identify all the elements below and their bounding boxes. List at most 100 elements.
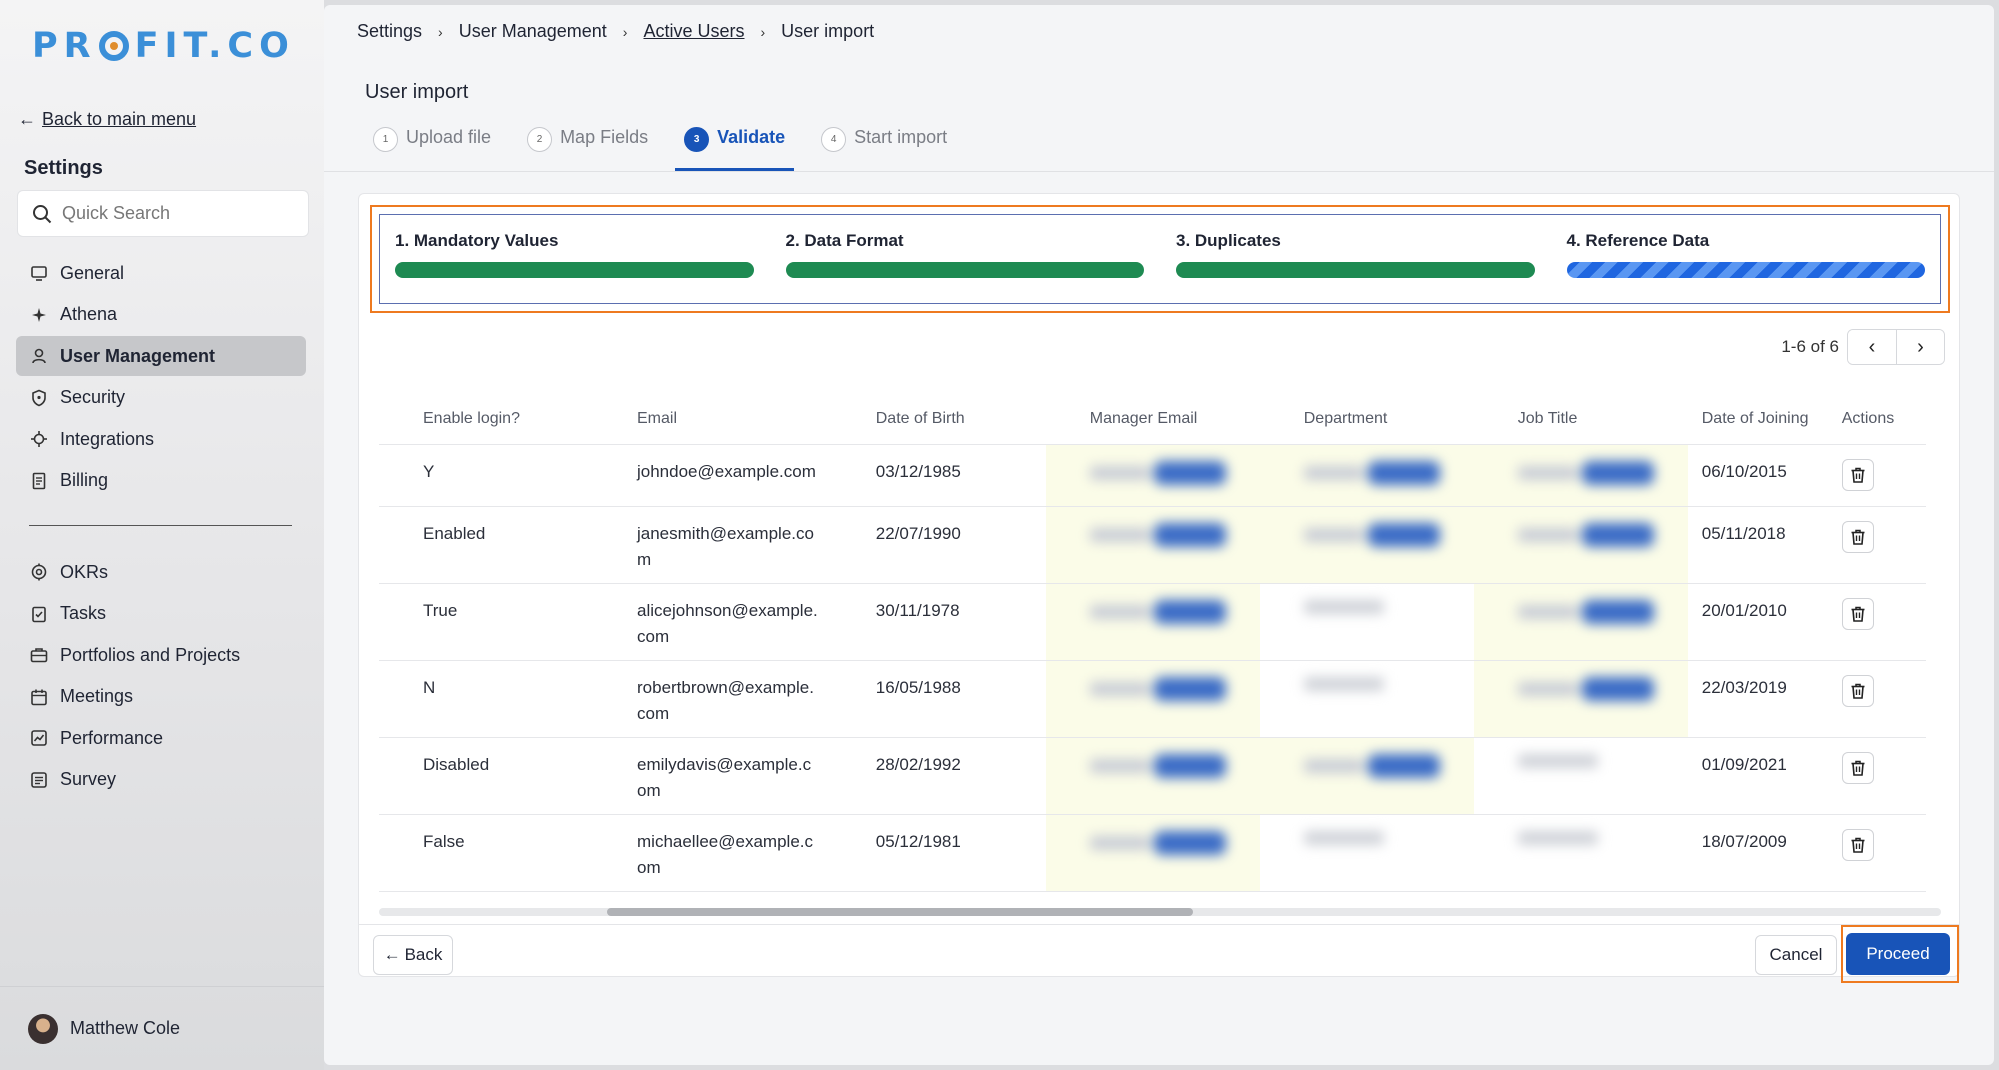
cell-dob: 16/05/1988 [831,660,1046,738]
stage-mandatory-values: 1. Mandatory Values [395,231,754,303]
sidebar-item-billing[interactable]: Billing [16,461,306,501]
main-panel: Settings › User Management › Active User… [324,5,1994,1065]
quick-search-input[interactable] [62,203,292,224]
prev-page-button[interactable]: ‹ [1848,330,1896,364]
cell-enable-login: True [379,583,593,661]
column-header: Actions [1827,394,1926,445]
column-header: Email [593,394,832,445]
cell-email: alicejohnson@example. com [593,583,832,661]
delete-row-button[interactable] [1841,751,1874,784]
target-icon [31,563,47,581]
cell-dob: 22/07/1990 [831,506,1046,584]
calendar-icon [31,689,47,705]
sidebar-item-performance[interactable]: Performance [16,718,306,758]
column-header: Date of Joining [1687,394,1828,445]
stage-data-format: 2. Data Format [785,231,1144,303]
horizontal-scrollbar[interactable] [379,908,1941,916]
table-row: Enabled janesmith@example.co m 22/07/199… [379,506,1926,584]
cell-department-redacted [1259,814,1474,892]
delete-row-button[interactable] [1841,597,1874,630]
sidebar: PRFIT.CO ← Back to main menu Settings Ge… [0,0,324,1070]
pagination-text: 1-6 of 6 [1781,337,1839,356]
import-table: Enable login? Email Date of Birth Manage… [379,394,1926,892]
cell-email: michaellee@example.c om [593,814,832,892]
step-start-import[interactable]: 4 Start import [812,125,956,171]
table-row: Disabled emilydavis@example.c om 28/02/1… [379,737,1926,815]
table-row: N robertbrown@example. com 16/05/1988 22… [379,660,1926,738]
next-page-button[interactable]: › [1896,330,1944,364]
cell-date-of-joining: 06/10/2015 [1687,444,1828,507]
chart-line-icon [31,730,47,746]
cell-job-title-redacted [1473,660,1688,738]
arrow-left-icon: ← [18,109,36,129]
breadcrumb-user-import: User import [781,21,875,41]
trash-icon [1851,529,1865,545]
cell-date-of-joining: 01/09/2021 [1687,737,1828,815]
breadcrumb-user-management[interactable]: User Management [459,21,607,42]
scrollbar-thumb[interactable] [607,908,1193,916]
validation-progress-highlight: 1. Mandatory Values 2. Data Format 3. Du… [370,205,1950,313]
trash-icon [1851,467,1865,483]
cell-dob: 05/12/1981 [831,814,1046,892]
cell-job-title-redacted [1473,814,1688,892]
proceed-button[interactable]: Proceed [1846,933,1950,975]
delete-row-button[interactable] [1841,828,1874,861]
cell-enable-login: Disabled [379,737,593,815]
import-steps: 1 Upload file 2 Map Fields 3 Validate 4 … [364,125,974,171]
cell-dob: 30/11/1978 [831,583,1046,661]
progress-bar-complete [785,262,1144,278]
sidebar-item-general[interactable]: General [16,253,306,293]
trash-icon [1851,837,1865,853]
column-header: Job Title [1473,394,1688,445]
delete-row-button[interactable] [1841,458,1874,491]
sidebar-item-okrs[interactable]: OKRs [16,552,306,592]
proceed-highlight: Proceed [1841,925,1959,983]
cell-manager-email-redacted [1045,814,1260,892]
back-to-main-menu-link[interactable]: ← Back to main menu [18,109,196,130]
monitor-icon [31,266,47,281]
cell-actions [1827,737,1926,815]
step-upload-file[interactable]: 1 Upload file [364,125,500,171]
quick-search[interactable] [17,190,309,237]
briefcase-icon [30,648,48,663]
progress-bar-complete [395,262,754,278]
breadcrumb-active-users[interactable]: Active Users [643,21,744,42]
sidebar-item-athena[interactable]: Athena [16,295,306,335]
cell-enable-login: False [379,814,593,892]
chevron-right-icon: › [1917,335,1924,358]
sidebar-item-user-management[interactable]: User Management [16,336,306,376]
delete-row-button[interactable] [1841,520,1874,553]
plug-icon [31,431,47,447]
step-number: 2 [527,127,553,152]
page-title: User import [365,81,469,103]
cell-department-redacted [1259,444,1474,507]
delete-row-button[interactable] [1841,674,1874,707]
import-table-scroll[interactable]: Enable login? Email Date of Birth Manage… [379,394,1941,894]
breadcrumb-settings[interactable]: Settings [357,21,422,42]
back-button[interactable]: ← Back [373,935,453,975]
cell-email: robertbrown@example. com [593,660,832,738]
trash-icon [1851,760,1865,776]
card-footer: ← Back Cancel Proceed [359,924,1959,983]
step-validate[interactable]: 3 Validate [675,125,795,171]
trash-icon [1851,683,1865,699]
step-map-fields[interactable]: 2 Map Fields [518,125,657,171]
sidebar-item-tasks[interactable]: Tasks [16,594,306,634]
sidebar-item-portfolios-and-projects[interactable]: Portfolios and Projects [16,635,306,675]
sidebar-item-survey[interactable]: Survey [16,760,306,800]
search-icon [33,204,52,223]
clipboard-check-icon [32,606,46,622]
cell-job-title-redacted [1473,583,1688,661]
step-number: 3 [684,127,710,152]
cell-job-title-redacted [1473,444,1688,507]
cancel-button[interactable]: Cancel [1755,935,1837,975]
sidebar-item-meetings[interactable]: Meetings [16,677,306,717]
stage-duplicates: 3. Duplicates [1176,231,1535,303]
sparkle-icon [32,307,46,322]
profitco-logo[interactable]: PR FIT.CO [32,26,295,66]
sidebar-item-integrations[interactable]: Integrations [16,419,306,459]
sidebar-item-security[interactable]: Security [16,378,306,418]
nav-divider [29,525,292,526]
cell-manager-email-redacted [1045,737,1260,815]
current-user[interactable]: Matthew Cole [0,986,324,1070]
